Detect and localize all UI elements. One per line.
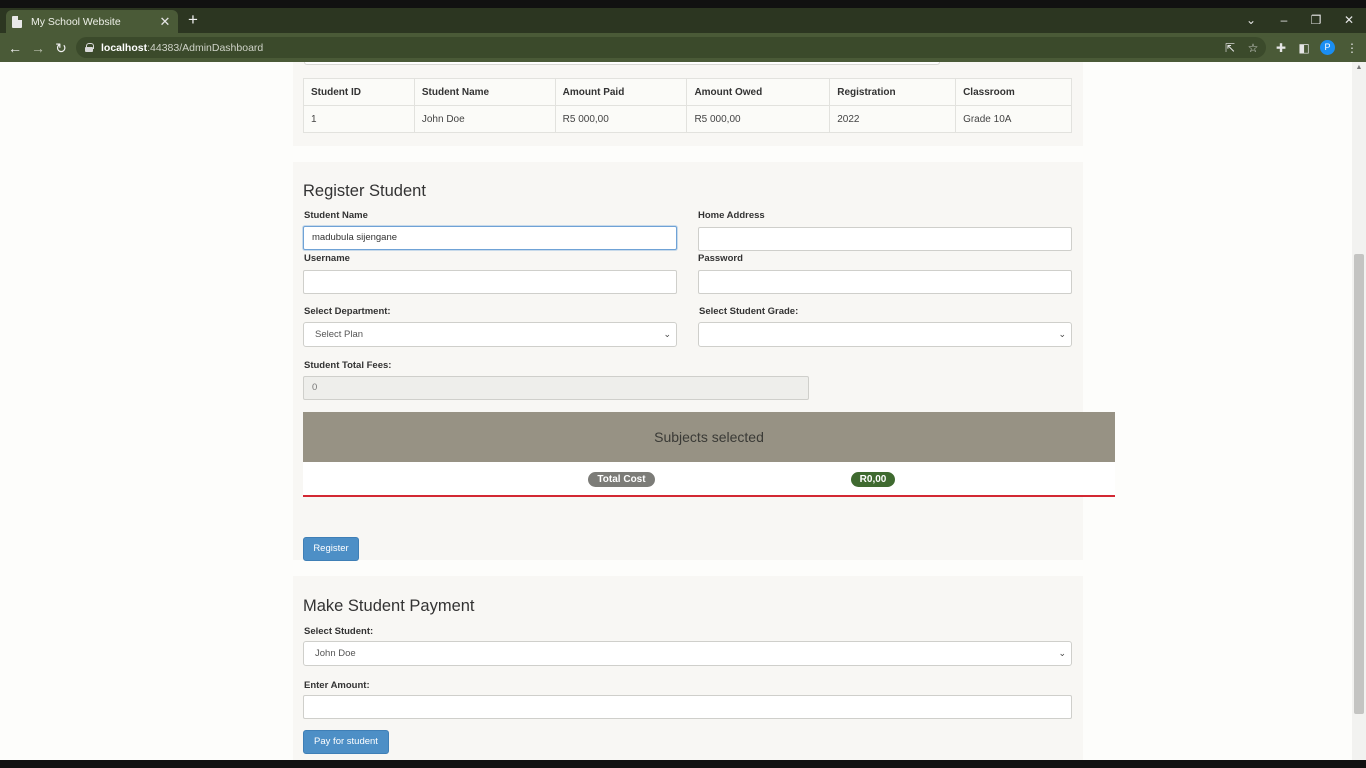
column-header: Student Name — [413, 78, 556, 106]
pay-for-student-button[interactable]: Pay for student — [303, 730, 389, 754]
total-fees-input: 0 — [303, 376, 809, 400]
table-cell: 1 — [303, 105, 415, 133]
url-host: localhost — [101, 41, 148, 54]
table-header-row: Student ID Student Name Amount Paid Amou… — [303, 78, 1072, 106]
tab-search-icon[interactable]: ⌄ — [1241, 11, 1261, 29]
department-select[interactable]: Select Plan ⌄ — [303, 322, 677, 347]
grade-select[interactable]: ⌄ — [698, 322, 1072, 347]
reload-icon[interactable]: ↻ — [51, 38, 71, 58]
student-name-label: Student Name — [304, 210, 368, 221]
restore-button[interactable]: ❐ — [1306, 11, 1326, 29]
select-student-label: Select Student: — [304, 626, 374, 637]
back-arrow-icon[interactable]: ← — [5, 38, 25, 58]
department-label: Select Department: — [304, 306, 391, 317]
subjects-selected-header: Subjects selected — [303, 412, 1115, 462]
home-address-label: Home Address — [698, 210, 765, 221]
close-tab-icon[interactable]: ✕ — [158, 14, 172, 30]
column-header: Amount Owed — [686, 78, 831, 106]
password-input[interactable] — [698, 270, 1072, 294]
department-selected-value: Select Plan — [315, 329, 364, 340]
student-name-input[interactable]: madubula sijengane — [303, 226, 677, 250]
payment-title: Make Student Payment — [303, 597, 475, 615]
share-icon[interactable]: ⇱ — [1221, 39, 1239, 57]
close-window-button[interactable]: ✕ — [1339, 11, 1359, 29]
minimize-button[interactable]: – — [1274, 11, 1294, 29]
side-panel-icon[interactable]: ◧ — [1295, 39, 1313, 57]
url-path: :44383/AdminDashboard — [147, 41, 264, 54]
table-cell: R5 000,00 — [554, 105, 688, 133]
browser-toolbar: ← → ↻ localhost :44383/AdminDashboard ⇱ … — [0, 33, 1366, 62]
column-header: Amount Paid — [554, 78, 688, 106]
amount-label: Enter Amount: — [304, 680, 370, 691]
address-bar[interactable]: localhost :44383/AdminDashboard — [76, 37, 1266, 58]
menu-kebab-icon[interactable]: ⋮ — [1343, 39, 1361, 57]
select-student-dropdown[interactable]: John Doe ⌄ — [303, 641, 1072, 666]
table-cell: R5 000,00 — [686, 105, 831, 133]
page-icon — [12, 15, 22, 28]
bookmark-star-icon[interactable]: ☆ — [1244, 39, 1262, 57]
column-header: Student ID — [303, 78, 415, 106]
table-cell: John Doe — [413, 105, 556, 133]
tab-title: My School Website — [31, 15, 121, 28]
scroll-up-arrow-icon[interactable]: ▲ — [1352, 62, 1366, 74]
chevron-down-icon: ⌄ — [1058, 648, 1066, 658]
screen-top-edge — [0, 0, 1366, 8]
browser-tab-bar: My School Website ✕ + ⌄ – ❐ ✕ — [0, 8, 1366, 33]
table-cell: 2022 — [829, 105, 957, 133]
page-viewport: Student ID Student Name Amount Paid Amou… — [0, 62, 1366, 760]
total-cost-badge: Total Cost — [588, 472, 655, 487]
student-payment-panel: Make Student Payment Select Student: Joh… — [293, 576, 1083, 760]
register-student-panel: Register Student Student Name madubula s… — [293, 162, 1115, 561]
search-input-edge[interactable] — [304, 62, 940, 65]
page-scrollbar[interactable]: ▲ — [1352, 62, 1366, 760]
profile-avatar[interactable]: P — [1320, 40, 1335, 55]
total-cost-value-badge: R0,00 — [851, 472, 895, 487]
total-fees-label: Student Total Fees: — [304, 360, 392, 371]
table-row: 1 John Doe R5 000,00 R5 000,00 2022 Grad… — [303, 105, 1072, 133]
grade-label: Select Student Grade: — [699, 306, 799, 317]
register-title: Register Student — [303, 182, 426, 200]
password-label: Password — [698, 253, 743, 264]
column-header: Registration — [829, 78, 957, 106]
browser-tab[interactable]: My School Website ✕ — [6, 10, 178, 33]
total-cost-row: Total Cost R0,00 — [303, 462, 1115, 497]
chevron-down-icon: ⌄ — [663, 329, 671, 339]
username-input[interactable] — [303, 270, 677, 294]
username-label: Username — [304, 253, 350, 264]
screen-bottom-edge — [0, 760, 1366, 768]
students-table-panel: Student ID Student Name Amount Paid Amou… — [293, 62, 1083, 146]
chevron-down-icon: ⌄ — [1058, 329, 1066, 339]
lock-icon[interactable] — [85, 43, 94, 52]
amount-input[interactable] — [303, 695, 1072, 719]
table-cell: Grade 10A — [955, 105, 1072, 133]
new-tab-button[interactable]: + — [184, 11, 202, 29]
select-student-value: John Doe — [315, 648, 356, 659]
home-address-input[interactable] — [698, 227, 1072, 251]
forward-arrow-icon[interactable]: → — [28, 38, 48, 58]
students-table: Student ID Student Name Amount Paid Amou… — [303, 78, 1072, 133]
extensions-icon[interactable]: ✚ — [1272, 39, 1290, 57]
column-header: Classroom — [955, 78, 1072, 106]
scrollbar-thumb[interactable] — [1354, 254, 1364, 714]
register-button[interactable]: Register — [303, 537, 359, 561]
